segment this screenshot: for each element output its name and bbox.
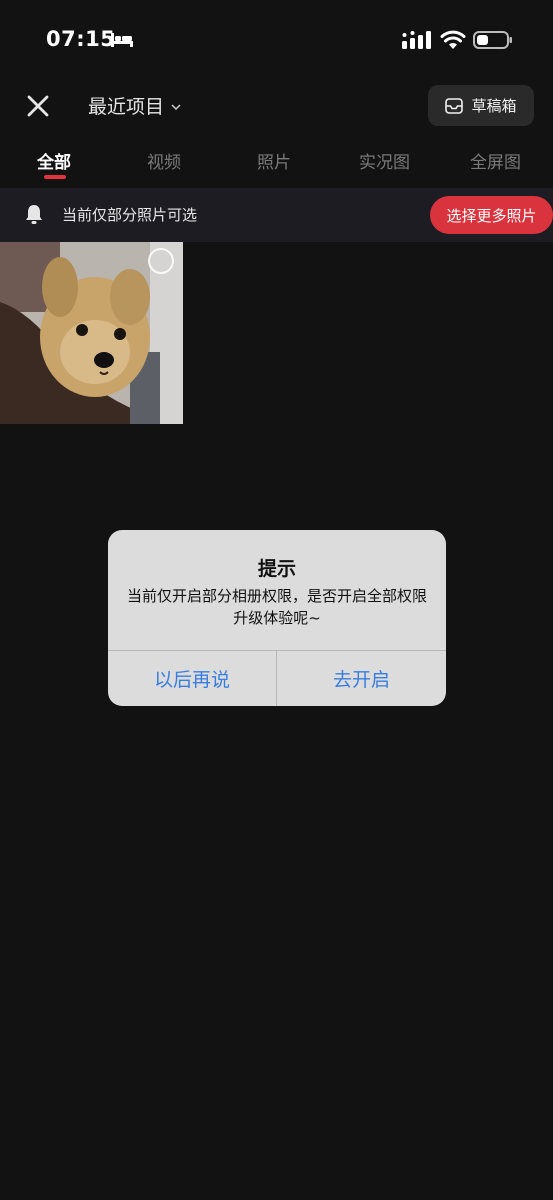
tab-fullscreen[interactable]: 全屏图: [470, 148, 521, 173]
enable-button[interactable]: 去开启: [277, 651, 446, 706]
notice-text: 当前仅部分照片可选: [62, 206, 198, 224]
permission-dialog: 提示 当前仅开启部分相册权限，是否开启全部权限升级体验呢~ 以后再说 去开启: [108, 530, 446, 706]
tab-live-photo[interactable]: 实况图: [359, 148, 410, 173]
chevron-down-icon: [171, 103, 181, 110]
select-more-photos-button[interactable]: 选择更多照片: [430, 196, 553, 234]
bed-icon: [111, 33, 133, 47]
album-title: 最近项目: [88, 96, 165, 118]
album-selector[interactable]: 最近项目: [88, 92, 182, 119]
drafts-label: 草稿箱: [471, 97, 517, 115]
battery-icon: [473, 31, 512, 49]
drafts-button[interactable]: 草稿箱: [428, 85, 534, 126]
status-time: 07:15: [46, 27, 116, 51]
tab-all[interactable]: 全部: [37, 148, 71, 173]
tab-photo[interactable]: 照片: [257, 148, 291, 173]
bell-icon: [26, 205, 42, 224]
tab-active-indicator: [44, 175, 66, 179]
close-icon[interactable]: [24, 92, 52, 120]
inbox-icon: [445, 97, 464, 114]
photo-select-checkbox[interactable]: [148, 248, 174, 274]
later-button[interactable]: 以后再说: [108, 651, 276, 706]
wifi-icon: [440, 30, 466, 49]
tab-video[interactable]: 视频: [147, 148, 181, 173]
dialog-message: 当前仅开启部分相册权限，是否开启全部权限升级体验呢~: [126, 587, 427, 627]
signal-icon: [402, 31, 431, 49]
media-tabs: 全部 视频 照片 实况图 全屏图: [0, 142, 553, 182]
dialog-title: 提示: [257, 558, 296, 580]
